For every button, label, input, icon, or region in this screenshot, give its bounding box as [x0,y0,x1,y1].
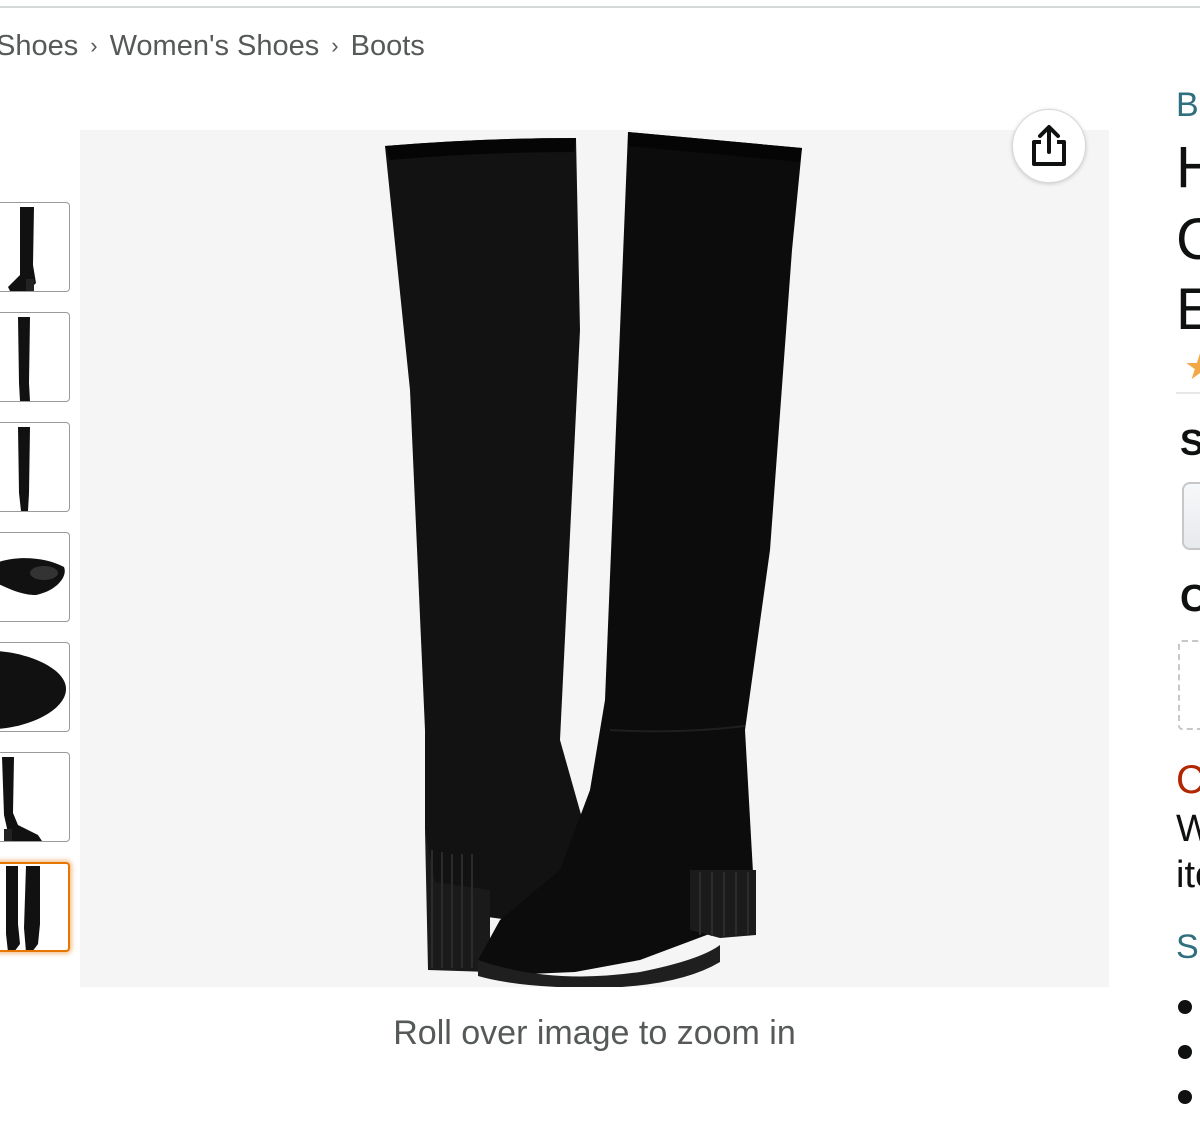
breadcrumb-item-womens-shoes[interactable]: Women's Shoes [110,30,320,63]
boot-sole-image [0,558,65,595]
boot-top-image [0,651,66,729]
boot-pair-side-image [2,757,42,841]
rating-star-icon[interactable]: ★ [1184,346,1200,388]
thumbnail-boot-pair-side[interactable] [0,752,70,842]
color-swatch-placeholder[interactable] [1178,640,1200,730]
bullet-point [1178,1045,1192,1059]
bullet-point [1178,1000,1192,1014]
product-page: Shoes › Women's Shoes › Boots Roll over … [0,0,1200,1126]
thumbnail-boot-top[interactable] [0,642,70,732]
thumbnail-boot-side[interactable] [0,202,70,292]
size-chart-link[interactable]: Si [1176,928,1200,967]
breadcrumb-separator: › [90,33,98,58]
back-boot [385,138,586,972]
zoom-hint: Roll over image to zoom in [393,1014,796,1052]
share-icon [1032,125,1066,166]
boot-side-image [8,207,36,291]
top-divider [0,0,1200,8]
product-title-line-2: C [1176,208,1200,272]
thumbnail-boot-back[interactable] [0,422,70,512]
breadcrumb: Shoes › Women's Shoes › Boots [0,26,425,66]
size-select-dropdown[interactable] [1182,482,1200,550]
breadcrumb-item-boots[interactable]: Boots [351,30,425,63]
thumbnail-boot-sole[interactable] [0,532,70,622]
thumbnail-boot-pair-front[interactable] [0,862,70,952]
product-title-line-1: H [1176,136,1200,200]
bullet-point [1178,1090,1192,1104]
brand-link[interactable]: B [1176,86,1200,125]
divider [1176,392,1200,394]
color-label: C [1180,578,1200,620]
thumbnail-boot-front[interactable] [0,312,70,402]
info-text-line-1: W [1176,808,1200,850]
breadcrumb-separator: › [331,33,339,58]
boot-pair-front-image [6,866,40,950]
info-text-line-2: ite [1176,854,1200,896]
breadcrumb-item-shoes[interactable]: Shoes [0,30,78,63]
black-knee-high-boots-image [385,132,802,987]
share-button[interactable] [1012,109,1086,183]
boot-back-image [18,427,30,511]
size-label: S [1180,422,1200,463]
boot-front-image [18,317,30,401]
product-title-line-3: E [1176,278,1200,342]
thumbnail-strip [0,202,76,972]
main-product-image[interactable] [80,130,1109,987]
deal-text: C [1176,758,1200,802]
